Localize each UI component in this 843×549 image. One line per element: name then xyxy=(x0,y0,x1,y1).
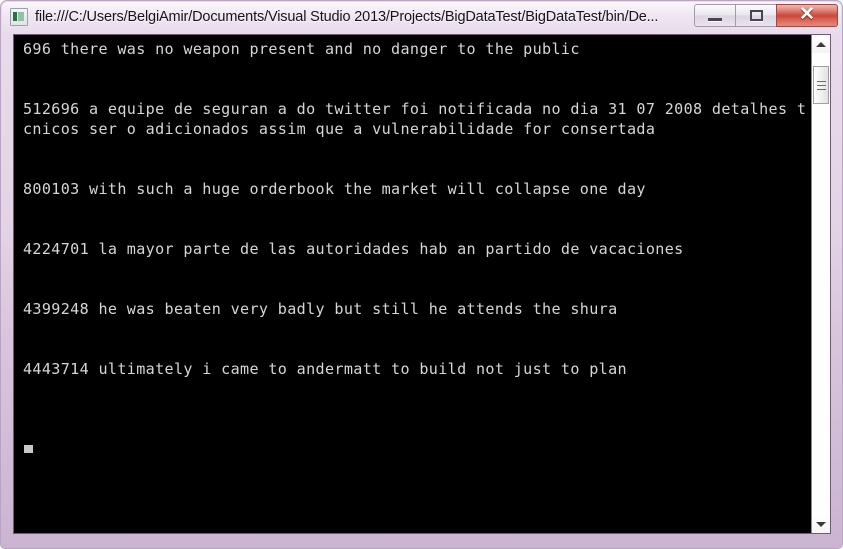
console-text-block: 696 there was no weapon present and no d… xyxy=(23,39,811,439)
scroll-down-arrow-icon xyxy=(816,521,826,527)
console-line: 512696 a equipe de seguran a do twitter … xyxy=(23,100,807,138)
maximize-button[interactable] xyxy=(735,4,776,27)
scroll-up-button[interactable] xyxy=(812,35,830,53)
console-output[interactable]: 696 there was no weapon present and no d… xyxy=(14,35,811,533)
console-line: 696 there was no weapon present and no d… xyxy=(23,40,580,58)
console-window: file:///C:/Users/BelgiAmir/Documents/Vis… xyxy=(0,0,843,549)
grip-line xyxy=(816,80,826,82)
console-line: 4224701 la mayor parte de las autoridade… xyxy=(23,240,684,258)
console-line: 4399248 he was beaten very badly but sti… xyxy=(23,300,618,318)
grip-line xyxy=(816,88,826,90)
window-controls: ✕ xyxy=(694,4,838,27)
minimize-icon xyxy=(708,17,722,21)
console-client-area: 696 there was no weapon present and no d… xyxy=(13,34,831,534)
maximize-icon xyxy=(749,10,763,21)
scroll-down-button[interactable] xyxy=(812,515,830,533)
console-app-icon xyxy=(10,7,28,26)
scroll-up-arrow-icon xyxy=(816,41,826,47)
grip-line xyxy=(816,84,826,86)
close-button[interactable]: ✕ xyxy=(776,4,838,27)
console-cursor-row xyxy=(23,439,811,459)
scrollbar-thumb[interactable] xyxy=(813,66,829,104)
text-cursor xyxy=(24,445,33,453)
close-icon: ✕ xyxy=(799,4,815,25)
console-line: 4443714 ultimately i came to andermatt t… xyxy=(23,360,627,378)
scrollbar-track[interactable] xyxy=(812,53,830,515)
vertical-scrollbar[interactable] xyxy=(811,35,830,533)
minimize-button[interactable] xyxy=(694,4,735,27)
console-line: 800103 with such a huge orderbook the ma… xyxy=(23,180,646,198)
